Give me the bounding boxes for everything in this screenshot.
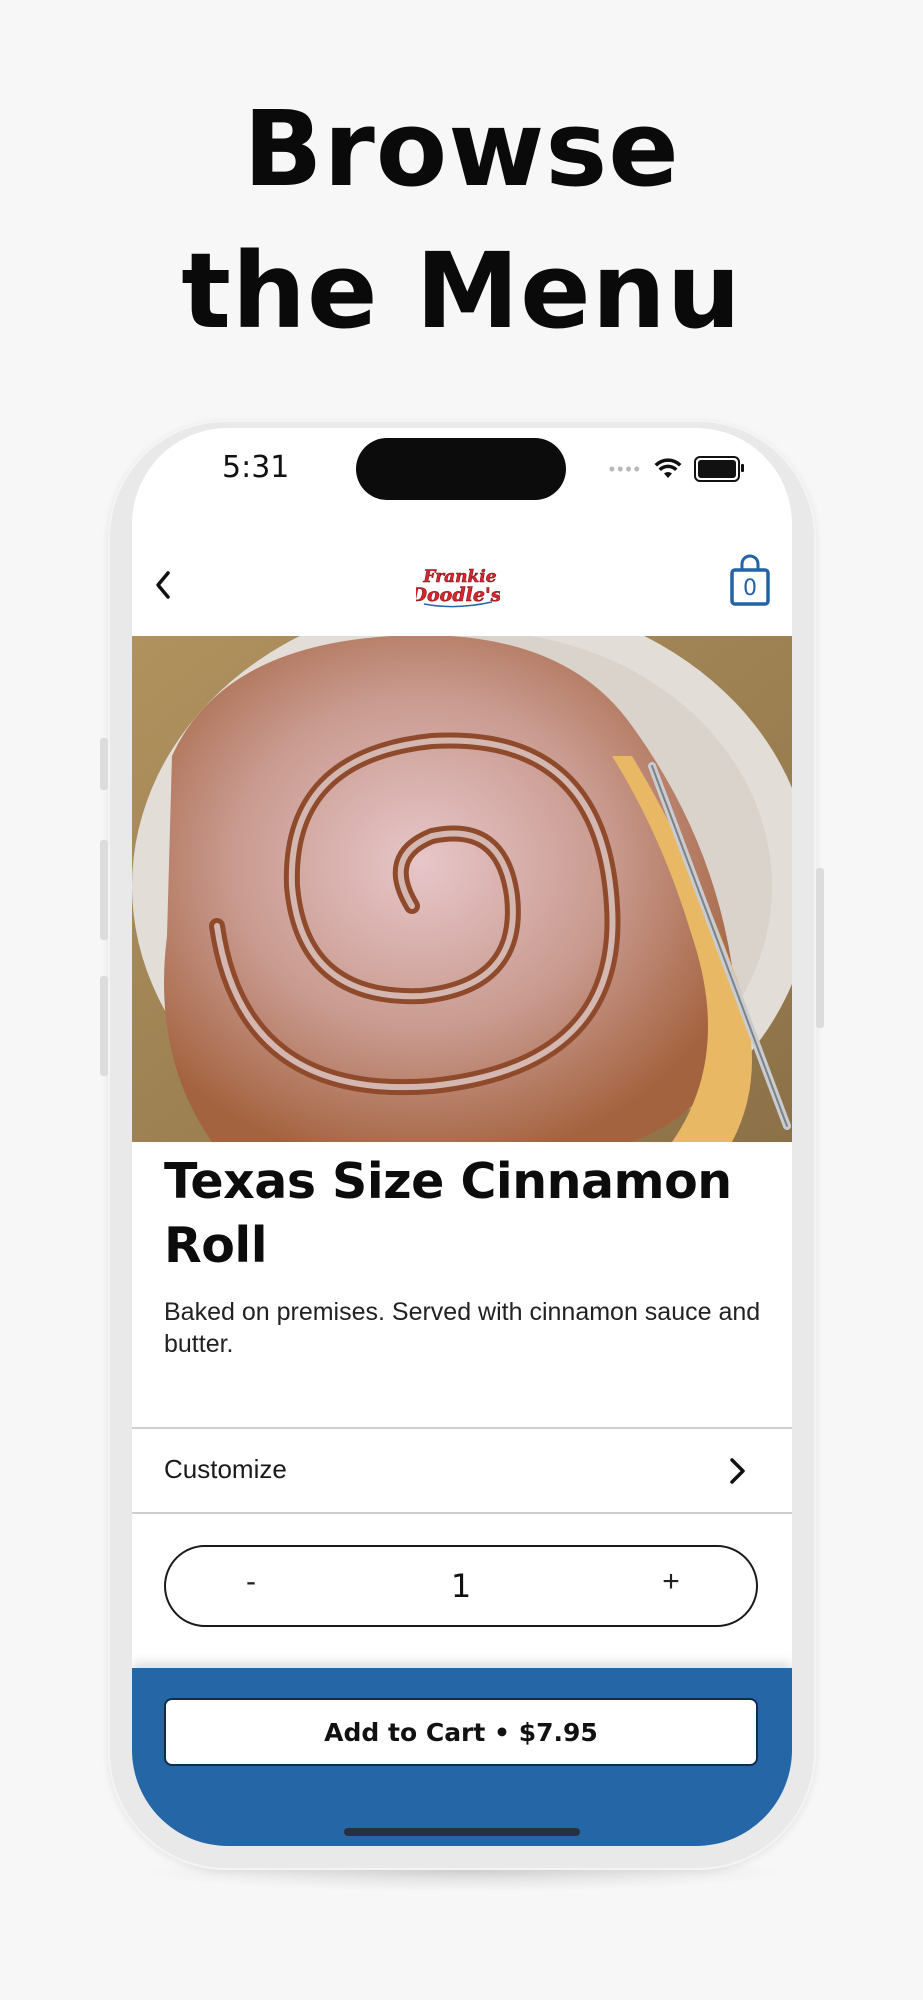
customize-label: Customize — [164, 1454, 287, 1484]
back-button[interactable] — [146, 560, 186, 610]
phone-side-button — [100, 738, 108, 790]
quantity-stepper: - 1 + — [164, 1545, 758, 1627]
item-title: Texas Size Cinnamon Roll — [164, 1153, 732, 1274]
customize-row[interactable]: Customize — [132, 1428, 792, 1512]
headline-line-2: the Menu — [181, 230, 742, 352]
item-description: Baked on premises. Served with cinnamon … — [164, 1298, 761, 1358]
cart-button[interactable]: 0 — [728, 554, 772, 608]
home-indicator[interactable] — [344, 1828, 580, 1836]
menu-item-photo — [132, 636, 792, 1142]
divider — [132, 1512, 792, 1514]
headline-line-1: Browse — [243, 88, 680, 210]
wifi-icon — [654, 458, 682, 478]
phone-screen: 5:31 •••• Frankie Doodle's 0 Texas Size … — [132, 428, 792, 1846]
chevron-right-icon — [730, 1458, 745, 1484]
cart-count-badge: 0 — [743, 576, 757, 601]
checkout-footer: Add to Cart • $7.95 — [132, 1668, 792, 1846]
back-chevron-icon — [156, 571, 170, 599]
phone-volume-up — [100, 840, 108, 940]
cinnamon-roll-image — [132, 636, 792, 1142]
battery-icon — [694, 456, 744, 482]
navigation-bar: Frankie Doodle's 0 — [132, 538, 792, 638]
add-to-cart-button[interactable]: Add to Cart • $7.95 — [164, 1698, 758, 1766]
dynamic-island — [356, 438, 566, 500]
marketing-headline: Browse the Menu — [0, 78, 923, 362]
frankie-doodles-logo: Frankie Doodle's — [416, 567, 500, 608]
cellular-signal-icon: •••• — [608, 458, 642, 479]
status-icons: •••• — [608, 456, 744, 482]
status-time: 5:31 — [222, 450, 290, 485]
phone-power-button — [816, 868, 824, 1028]
phone-volume-down — [100, 976, 108, 1076]
increase-quantity-button[interactable]: + — [641, 1565, 701, 1609]
